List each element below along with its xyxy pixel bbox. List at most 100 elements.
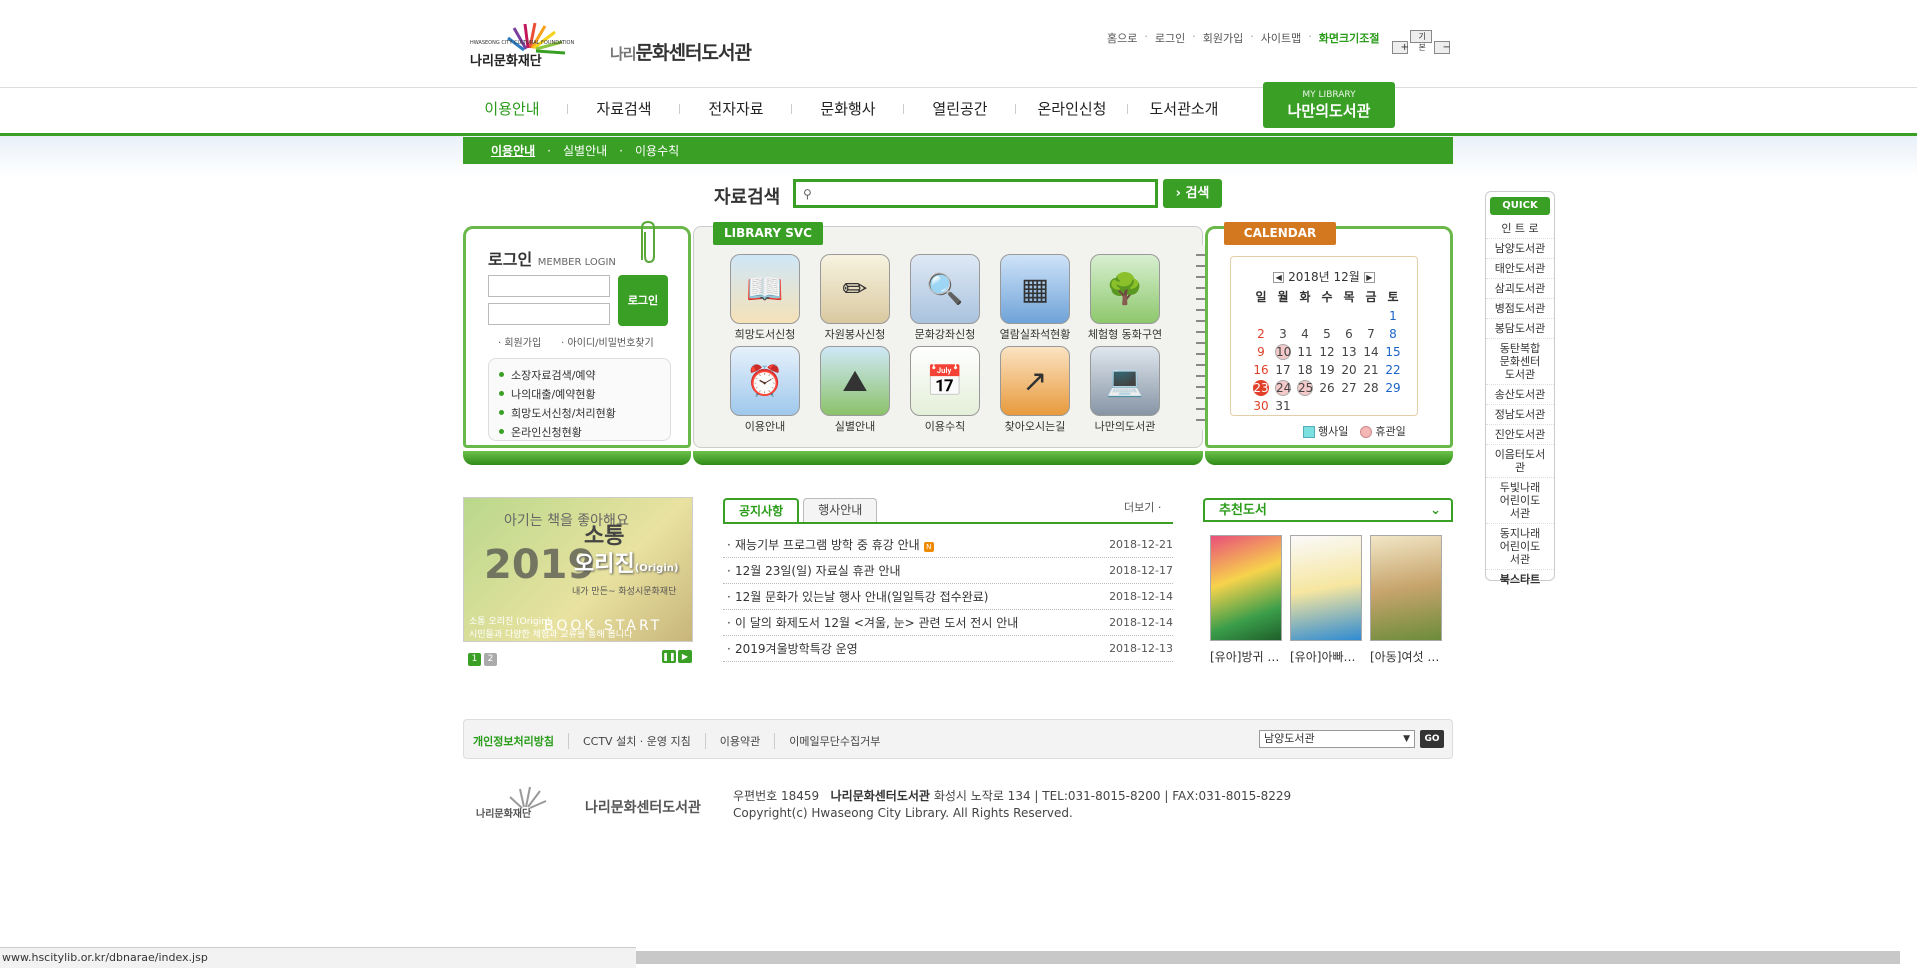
calendar-day[interactable]: 5 [1316,325,1338,343]
service-lecture[interactable]: 🔍 문화강좌신청 [900,254,990,342]
service-wish-book[interactable]: 📖 희망도서신청 [720,254,810,342]
nav-item-online-apply[interactable]: 온라인신청 [1016,98,1128,119]
notice-row[interactable]: 12월 문화가 있는날 행사 안내(일일특강 접수완료)2018-12-14 [723,584,1173,610]
calendar-day[interactable]: 24 [1272,379,1294,397]
service-room-guide[interactable]: ⛰ 실별안내 [810,346,900,434]
nav-item-open-space[interactable]: 열린공간 [904,98,1016,119]
login-password-input[interactable] [488,303,610,325]
email-refusal-link[interactable]: 이메일무단수집거부 [774,733,894,749]
notice-row[interactable]: 12월 23일(일) 자료실 휴관 안내2018-12-17 [723,558,1173,584]
calendar-day[interactable]: 22 [1382,361,1404,379]
quick-item[interactable]: 남양도서관 [1486,239,1554,259]
go-button[interactable]: GO [1420,730,1444,748]
login-menu-item[interactable]: 소장자료검색/예약 [499,367,670,383]
service-my-library[interactable]: 💻 나만의도서관 [1080,346,1170,434]
calendar-day[interactable]: 11 [1294,343,1316,361]
top-link-join[interactable]: 회원가입 [1196,30,1250,54]
library-select[interactable]: 남양도서관 ▼ [1259,730,1415,748]
horizontal-scrollbar[interactable] [636,951,1900,964]
sub-menu-guide[interactable]: 이용안내 [491,142,535,159]
book-title[interactable]: [아동]여섯 … [1370,648,1442,665]
top-link-sitemap[interactable]: 사이트맵 [1254,30,1308,54]
foundation-logo[interactable]: HWASEONG CITY CULTURAL FOUNDATION 나리문화재단 [470,18,595,69]
nav-item-search[interactable]: 자료검색 [568,98,680,119]
calendar-day[interactable]: 17 [1272,361,1294,379]
service-seat-status[interactable]: ▦ 열람실좌석현황 [990,254,1080,342]
login-menu-item[interactable]: 희망도서신청/처리현황 [499,405,670,421]
quick-item[interactable]: 송산도서관 [1486,385,1554,405]
sub-menu-rules[interactable]: 이용수칙 [635,142,679,159]
calendar-day[interactable]: 27 [1338,379,1360,397]
calendar-day[interactable]: 6 [1338,325,1360,343]
promo-banner[interactable]: 아기는 책을 좋아해요 2019 소통 오리진(Origin) 내가 만든~ 화… [463,497,693,642]
login-id-input[interactable] [488,275,610,297]
top-link-login[interactable]: 로그인 [1148,30,1192,54]
quick-item[interactable]: 삼괴도서관 [1486,279,1554,299]
calendar-day[interactable]: 4 [1294,325,1316,343]
text-size-down-button[interactable]: − [1434,41,1451,54]
calendar-day[interactable]: 18 [1294,361,1316,379]
login-menu-item[interactable]: 나의대출/예약현황 [499,386,670,402]
calendar-day[interactable]: 12 [1316,343,1338,361]
calendar-day[interactable]: 10 [1272,343,1294,361]
cctv-policy-link[interactable]: CCTV 설치 · 운영 지침 [567,733,705,749]
quick-item[interactable]: 병점도서관 [1486,299,1554,319]
calendar-day[interactable]: 31 [1272,397,1294,415]
calendar-day[interactable]: 7 [1360,325,1382,343]
next-month-icon[interactable]: ▶ [1363,272,1375,283]
calendar-day[interactable]: 13 [1338,343,1360,361]
calendar-day[interactable]: 16 [1250,361,1272,379]
search-button[interactable]: › 검색 [1163,179,1222,208]
service-rules[interactable]: 📅 이용수칙 [900,346,990,434]
top-link-home[interactable]: 홈으로 [1100,30,1144,54]
privacy-policy-link[interactable]: 개인정보처리방침 [473,733,568,749]
notice-row[interactable]: 이 달의 화제도서 12월 <겨울, 눈> 관련 도서 전시 안내2018-12… [723,610,1173,636]
text-size-up-button[interactable]: + [1392,41,1409,54]
calendar-day[interactable]: 3 [1272,325,1294,343]
notice-row[interactable]: 재능기부 프로그램 방학 중 휴강 안내N2018-12-21 [723,532,1173,558]
quick-item[interactable]: 태안도서관 [1486,259,1554,279]
search-input[interactable] [793,179,1158,208]
calendar-day[interactable]: 28 [1360,379,1382,397]
my-library-button[interactable]: MY LIBRARY 나만의도서관 [1263,82,1395,128]
book-cover[interactable] [1290,535,1362,641]
calendar-day[interactable]: 9 [1250,343,1272,361]
tab-notice[interactable]: 공지사항 [723,498,800,522]
calendar-day[interactable]: 14 [1360,343,1382,361]
quick-item[interactable]: 동지나래어린이도서관 [1486,524,1554,570]
tab-events[interactable]: 행사안내 [803,498,878,522]
book-cover[interactable] [1370,535,1442,641]
library-logo[interactable]: 나리문화센터도서관 [610,38,752,65]
quick-item[interactable]: 정남도서관 [1486,405,1554,425]
find-id-password-link[interactable]: · 아이디/비밀번호찾기 [561,334,654,349]
service-directions[interactable]: ↗ 찾아오시는길 [990,346,1080,434]
quick-item[interactable]: 이음터도서관 [1486,445,1554,478]
book-title[interactable]: [유아]방귀 … [1210,648,1282,665]
quick-item[interactable]: 동탄복합문화센터도서관 [1486,339,1554,385]
nav-item-about[interactable]: 도서관소개 [1128,98,1240,119]
calendar-day[interactable]: 30 [1250,397,1272,415]
calendar-day[interactable]: 15 [1382,343,1404,361]
quick-item[interactable]: 두빛나래어린이도서관 [1486,478,1554,524]
quick-item[interactable]: 북스타트 [1486,570,1554,589]
notice-row[interactable]: 2019겨울방학특강 운영2018-12-13 [723,636,1173,662]
service-usage-guide[interactable]: ⏰ 이용안내 [720,346,810,434]
calendar-day[interactable]: 25 [1294,379,1316,397]
banner-page-2[interactable]: 2 [484,653,497,666]
service-storytelling[interactable]: 🌳 체험형 동화구연 [1080,254,1170,342]
calendar-day[interactable]: 21 [1360,361,1382,379]
nav-item-eresource[interactable]: 전자자료 [680,98,792,119]
nav-item-guide[interactable]: 이용안내 [456,98,568,119]
calendar-day[interactable]: 23 [1250,379,1272,397]
banner-page-1[interactable]: 1 [468,653,481,666]
calendar-day[interactable]: 1 [1382,307,1404,325]
book-cover[interactable] [1210,535,1282,641]
nav-item-events[interactable]: 문화행사 [792,98,904,119]
prev-month-icon[interactable]: ◀ [1273,272,1285,283]
quick-item[interactable]: 봉담도서관 [1486,319,1554,339]
book-title[interactable]: [유아]아빠… [1290,648,1362,665]
sub-menu-rooms[interactable]: 실별안내 [563,142,607,159]
notice-more-link[interactable]: 더보기 · [1124,499,1161,515]
calendar-day[interactable]: 2 [1250,325,1272,343]
chevron-down-icon[interactable]: ⌄ [1430,500,1441,522]
